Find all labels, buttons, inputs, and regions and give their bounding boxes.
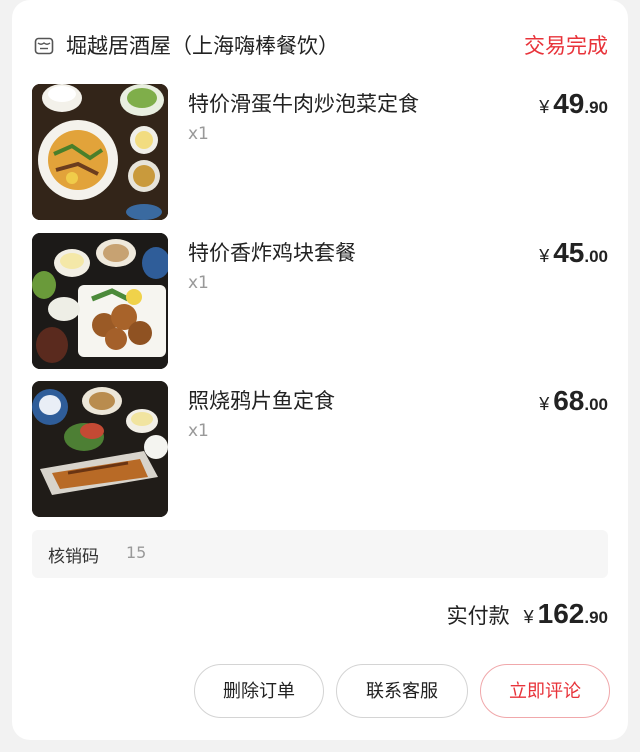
item-quantity: x1 [188, 124, 209, 144]
item-quantity: x1 [188, 273, 209, 293]
total-decimal: .90 [584, 608, 608, 627]
total-integer: 162 [537, 598, 585, 629]
currency-symbol: ¥ [539, 246, 550, 266]
order-status: 交易完成 [524, 34, 608, 58]
order-item[interactable]: 特价香炸鸡块套餐 x1 ¥45.00 [12, 233, 628, 371]
item-price: ¥49.90 [539, 88, 608, 120]
item-quantity: x1 [188, 421, 209, 441]
item-title[interactable]: 特价香炸鸡块套餐 [188, 237, 356, 267]
order-item[interactable]: 照烧鸦片鱼定食 x1 ¥68.00 [12, 381, 628, 519]
price-integer: 49 [553, 88, 585, 119]
verification-code-label: 核销码 [48, 547, 99, 567]
food-thumbnail[interactable] [32, 84, 168, 220]
shop-icon [34, 36, 54, 56]
review-button[interactable]: 立即评论 [480, 664, 610, 718]
order-card[interactable]: 堀越居酒屋（上海嗨棒餐饮） 交易完成 特价滑蛋牛肉炒泡菜定食 x1 ¥ 49.9… [12, 0, 628, 740]
item-price: ¥45.00 [539, 237, 608, 269]
total-payment: 实付款 ¥162.90 [447, 598, 608, 630]
food-thumbnail[interactable] [32, 233, 168, 369]
delete-order-button[interactable]: 删除订单 [194, 664, 324, 718]
contact-service-button[interactable]: 联系客服 [336, 664, 468, 718]
item-price: ¥68.00 [539, 385, 608, 417]
item-title[interactable]: 照烧鸦片鱼定食 [188, 385, 335, 415]
price-integer: 45 [553, 237, 585, 268]
price-decimal: .00 [584, 395, 608, 414]
verification-code-box: 核销码 15 [32, 530, 608, 578]
item-title[interactable]: 特价滑蛋牛肉炒泡菜定食 [188, 88, 419, 118]
order-item[interactable]: 特价滑蛋牛肉炒泡菜定食 x1 ¥49.90 [12, 84, 628, 222]
verification-code-value: 15 [126, 543, 147, 562]
total-label: 实付款 [446, 604, 510, 628]
currency-symbol: ¥ [539, 97, 550, 117]
shop-header[interactable]: 堀越居酒屋（上海嗨棒餐饮） 交易完成 [12, 0, 628, 80]
price-integer: 68 [553, 385, 585, 416]
currency-symbol: ¥ [523, 607, 534, 627]
shop-name[interactable]: 堀越居酒屋（上海嗨棒餐饮） [66, 30, 339, 60]
price-decimal: .00 [584, 247, 608, 266]
price-decimal: .90 [584, 98, 608, 117]
food-thumbnail[interactable] [32, 381, 168, 517]
currency-symbol: ¥ [539, 394, 550, 414]
